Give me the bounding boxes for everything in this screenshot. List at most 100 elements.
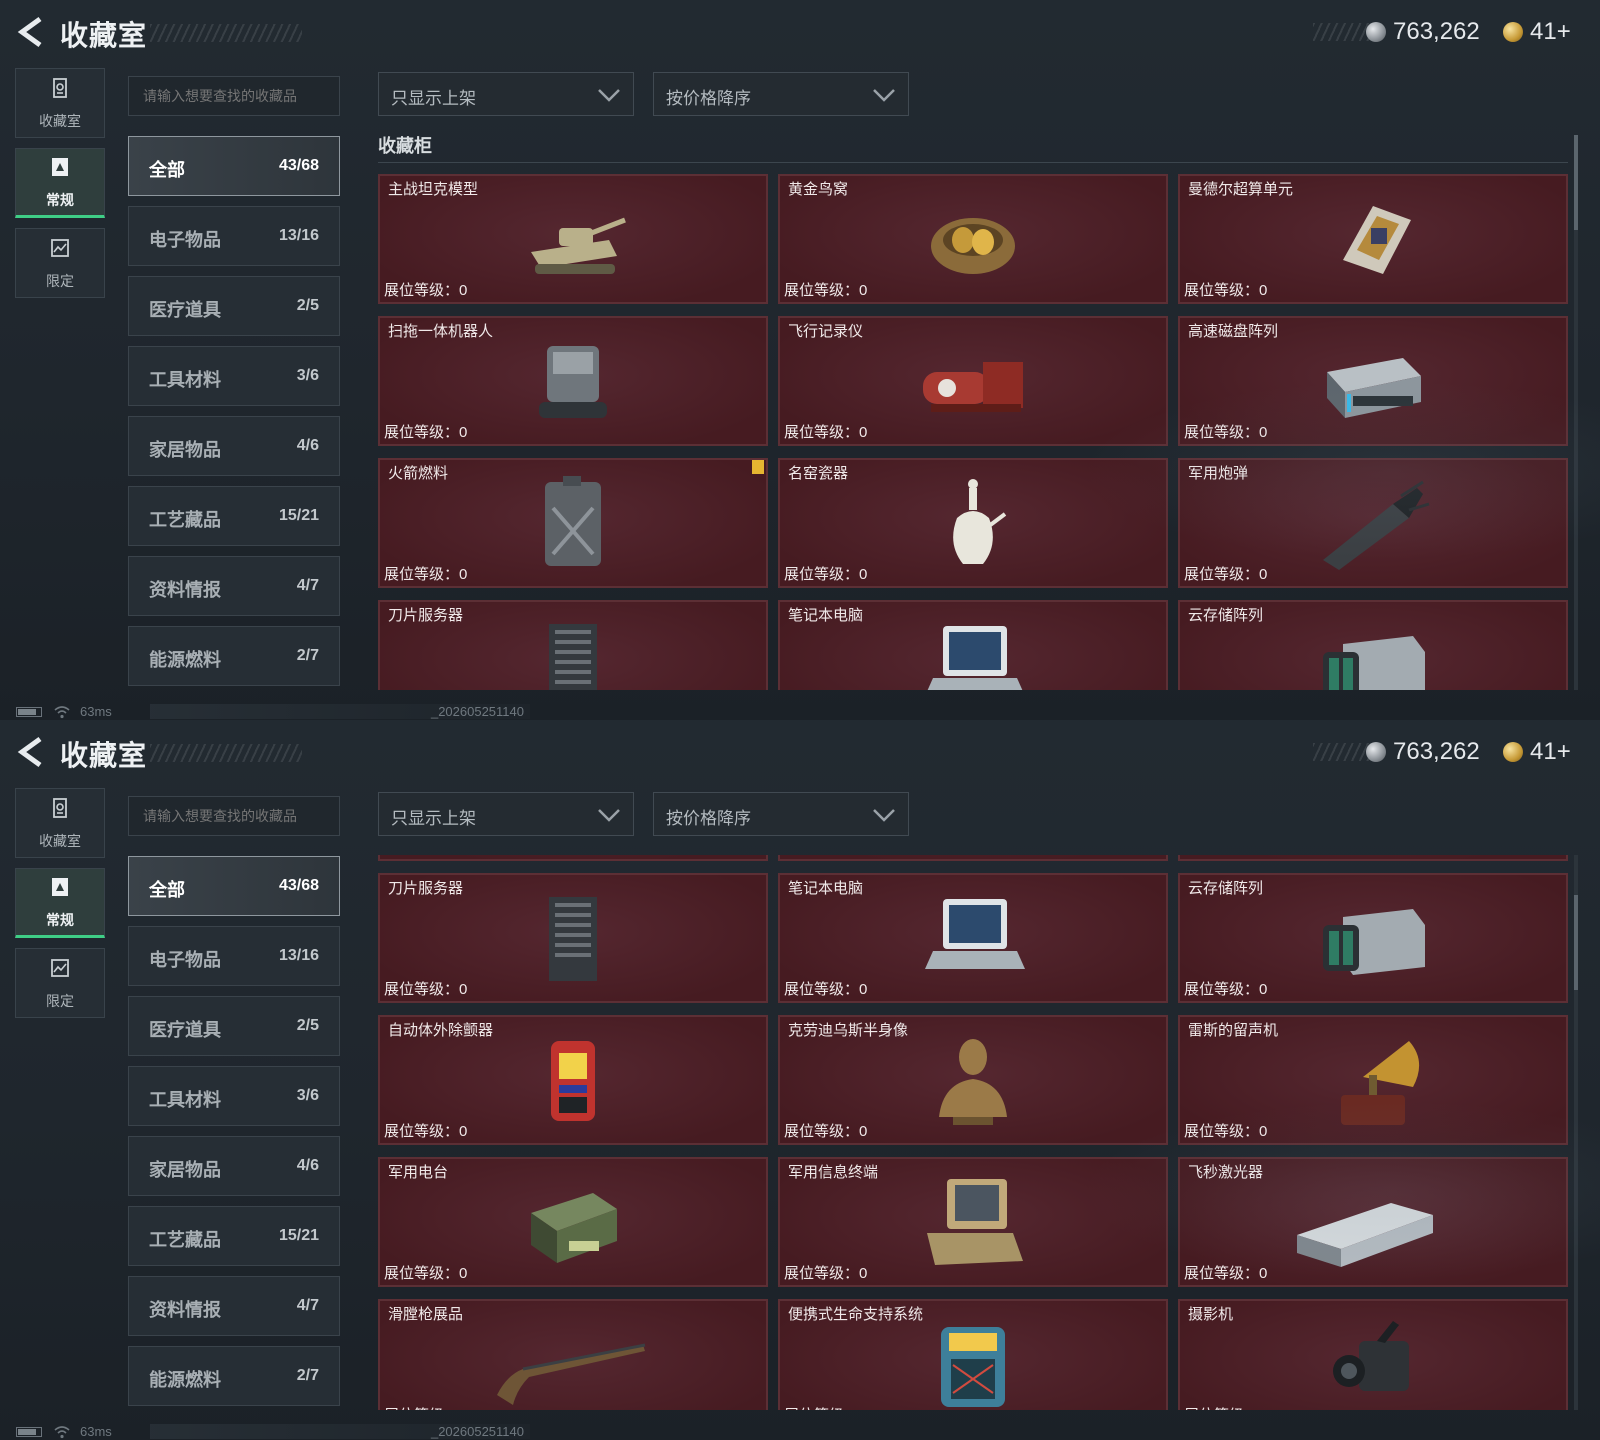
category-item[interactable]: 电子物品 13/16	[128, 206, 340, 266]
collection-item-card[interactable]: 火箭燃料展位等级：0	[378, 855, 768, 861]
side-nav: 收藏室 常规 限定	[15, 68, 107, 308]
collection-item-card[interactable]: 主战坦克模型 展位等级：0	[378, 174, 768, 304]
femtosecond-laser-icon	[1297, 1203, 1433, 1267]
category-count: 4/7	[296, 577, 319, 594]
search-input[interactable]	[128, 76, 340, 116]
sort-dropdown[interactable]: 按价格降序	[653, 72, 909, 116]
category-item[interactable]: 医疗道具 2/5	[128, 996, 340, 1056]
collection-item-card[interactable]: 名窑瓷器展位等级：0	[778, 458, 1168, 588]
collection-item-card[interactable]: 军用信息终端 展位等级：0	[778, 1157, 1168, 1287]
collection-item-card[interactable]: 飞秒激光器 展位等级：0	[1178, 1157, 1568, 1287]
item-name: 火箭燃料	[388, 465, 449, 482]
battery-icon	[16, 707, 42, 717]
collection-item-card[interactable]: 名窑瓷器展位等级：0	[778, 855, 1168, 861]
collection-item-card[interactable]: 火箭燃料展位等级：0	[378, 458, 768, 588]
scrollbar[interactable]	[1574, 135, 1578, 690]
collection-item-card[interactable]: 滑膛枪展品展位等级：0	[378, 1299, 768, 1410]
nav-tab-limited[interactable]: 限定	[15, 228, 105, 298]
battery-icon	[16, 1427, 42, 1437]
nav-tab-regular[interactable]: 常规	[15, 148, 105, 218]
collection-item-card[interactable]: 笔记本电脑展位等级：0	[778, 873, 1168, 1003]
category-item[interactable]: 家居物品 4/6	[128, 1136, 340, 1196]
artillery-shell-icon	[1323, 480, 1430, 570]
category-item[interactable]: 医疗道具 2/5	[128, 276, 340, 336]
collection-room-icon	[48, 76, 72, 105]
collection-item-card[interactable]: 扫拖一体机器人 展位等级：0	[378, 316, 768, 446]
category-item[interactable]: 全部 43/68	[128, 136, 340, 196]
category-item[interactable]: 工艺藏品 15/21	[128, 486, 340, 546]
level-value: 0	[1259, 855, 1267, 856]
item-level: 展位等级：0	[1184, 1262, 1267, 1283]
collection-content: 火箭燃料展位等级：0 名窑瓷器展位等级：0 军用炮弹展位等级：0 刀片服务器展位等级：…	[378, 855, 1570, 1410]
blade-server-icon	[549, 897, 597, 981]
level-label: 展位等级：	[1184, 566, 1260, 583]
collection-item-card[interactable]: 雷斯的留声机 展位等级：0	[1178, 1015, 1568, 1145]
category-item[interactable]: 工具材料 3/6	[128, 1066, 340, 1126]
collection-item-card[interactable]: 克劳迪乌斯半身像 展位等级：0	[778, 1015, 1168, 1145]
back-arrow-icon[interactable]	[16, 16, 46, 48]
display-filter-dropdown[interactable]: 只显示上架	[378, 792, 634, 836]
category-name: 能源燃料	[149, 650, 221, 670]
scrollbar[interactable]	[1574, 855, 1578, 1410]
camera-icon	[1333, 1321, 1409, 1391]
collection-item-card[interactable]: 黄金鸟窝 展位等级：0	[778, 174, 1168, 304]
scrollbar-thumb[interactable]	[1574, 895, 1578, 990]
back-arrow-icon[interactable]	[16, 736, 46, 768]
cloud-storage-icon	[1323, 909, 1425, 975]
category-item[interactable]: 电子物品 13/16	[128, 926, 340, 986]
category-item[interactable]: 资料情报 4/7	[128, 1276, 340, 1336]
nav-tab-collection-room[interactable]: 收藏室	[15, 788, 105, 858]
tank-model-icon	[531, 217, 626, 274]
collection-item-card[interactable]: 高速磁盘阵列 展位等级：0	[1178, 316, 1568, 446]
nav-tab-limited[interactable]: 限定	[15, 948, 105, 1018]
collection-item-card[interactable]: 笔记本电脑展位等级：0	[778, 600, 1168, 690]
sort-dropdown[interactable]: 按价格降序	[653, 792, 909, 836]
level-label: 展位等级：	[784, 1123, 860, 1140]
collection-item-card[interactable]: 刀片服务器展位等级：0	[378, 600, 768, 690]
category-item[interactable]: 家居物品 4/6	[128, 416, 340, 476]
display-filter-dropdown[interactable]: 只显示上架	[378, 72, 634, 116]
musket-icon	[497, 1343, 646, 1405]
collection-item-card[interactable]: 军用炮弹展位等级：0	[1178, 458, 1568, 588]
level-label: 展位等级：	[784, 566, 860, 583]
collection-item-card[interactable]: 云存储阵列展位等级：0	[1178, 600, 1568, 690]
category-item[interactable]: 工具材料 3/6	[128, 346, 340, 406]
collection-item-card[interactable]: 军用炮弹展位等级：0	[1178, 855, 1568, 861]
category-item[interactable]: 能源燃料 2/7	[128, 1346, 340, 1406]
category-item[interactable]: 全部 43/68	[128, 856, 340, 916]
nav-tab-regular[interactable]: 常规	[15, 868, 105, 938]
alert-badge-icon	[752, 460, 764, 474]
level-value: 0	[859, 855, 867, 856]
level-label: 展位等级：	[384, 1407, 459, 1410]
top-bar: 收藏室 763,262 41+	[0, 0, 1600, 64]
category-item[interactable]: 工艺藏品 15/21	[128, 1206, 340, 1266]
collection-item-card[interactable]: 曼德尔超算单元 展位等级：0	[1178, 174, 1568, 304]
item-grid: 主战坦克模型 展位等级：0 黄金鸟窝 展位等级：0 曼德尔超算单元 展位等级：0 扫拖一体机…	[378, 174, 1568, 690]
display-filter-value: 只显示上架	[391, 809, 476, 828]
collection-item-card[interactable]: 军用电台 展位等级：0	[378, 1157, 768, 1287]
category-item[interactable]: 资料情报 4/7	[128, 556, 340, 616]
collection-item-card[interactable]: 摄影机展位等级：0	[1178, 1299, 1568, 1410]
collection-item-card[interactable]: 云存储阵列展位等级：0	[1178, 873, 1568, 1003]
level-label: 展位等级：	[784, 282, 860, 299]
category-count: 2/5	[296, 297, 319, 314]
collection-item-card[interactable]: 刀片服务器展位等级：0	[378, 873, 768, 1003]
title-decoration	[150, 24, 302, 42]
item-name: 摄影机	[1188, 1306, 1234, 1323]
chevron-down-icon	[873, 809, 895, 822]
gold-currency-value[interactable]: 41+	[1530, 18, 1571, 46]
collection-item-card[interactable]: 便携式生命支持系统展位等级：0	[778, 1299, 1168, 1410]
nav-tab-collection-room[interactable]: 收藏室	[15, 68, 105, 138]
item-level: 展位等级：0	[784, 1404, 867, 1410]
level-label: 展位等级：	[784, 1407, 859, 1410]
scrollbar-thumb[interactable]	[1574, 135, 1578, 230]
category-item[interactable]: 能源燃料 2/7	[128, 626, 340, 686]
level-value: 0	[1259, 981, 1268, 998]
collection-item-card[interactable]: 自动体外除颤器 展位等级：0	[378, 1015, 768, 1145]
collection-item-card[interactable]: 飞行记录仪 展位等级：0	[778, 316, 1168, 446]
gold-currency-value[interactable]: 41+	[1530, 738, 1571, 766]
item-name: 雷斯的留声机	[1188, 1022, 1279, 1039]
item-name: 曼德尔超算单元	[1188, 181, 1294, 198]
item-level: 展位等级：0	[1184, 855, 1267, 857]
search-input[interactable]	[128, 796, 340, 836]
